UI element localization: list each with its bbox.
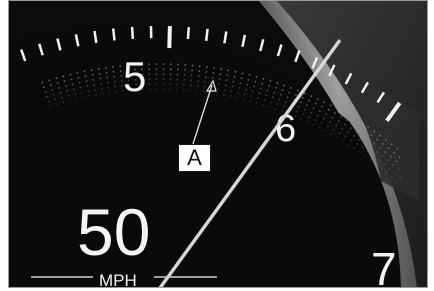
callout-label-a: A	[178, 144, 211, 172]
tachometer-gauge: 5 6 7 50 MPH	[9, 1, 427, 288]
gauge-tick	[223, 31, 228, 44]
gauge-tick	[111, 28, 116, 41]
gauge-tick	[259, 38, 265, 52]
instrument-cluster-image: 5 6 7 50 MPH A	[8, 0, 428, 288]
gauge-tick	[167, 26, 172, 49]
gauge-tick	[130, 26, 135, 39]
gauge-tick	[294, 50, 301, 63]
scale-label-7: 7	[371, 243, 397, 288]
gauge-tick	[241, 34, 247, 47]
gauge-tick	[186, 27, 191, 40]
speed-unit: MPH	[99, 271, 137, 288]
gauge-tick	[93, 30, 98, 44]
speed-value: 50	[77, 195, 150, 269]
scale-label-5: 5	[123, 53, 146, 100]
gauge-tick	[204, 28, 209, 41]
gauge-tick	[276, 44, 283, 57]
